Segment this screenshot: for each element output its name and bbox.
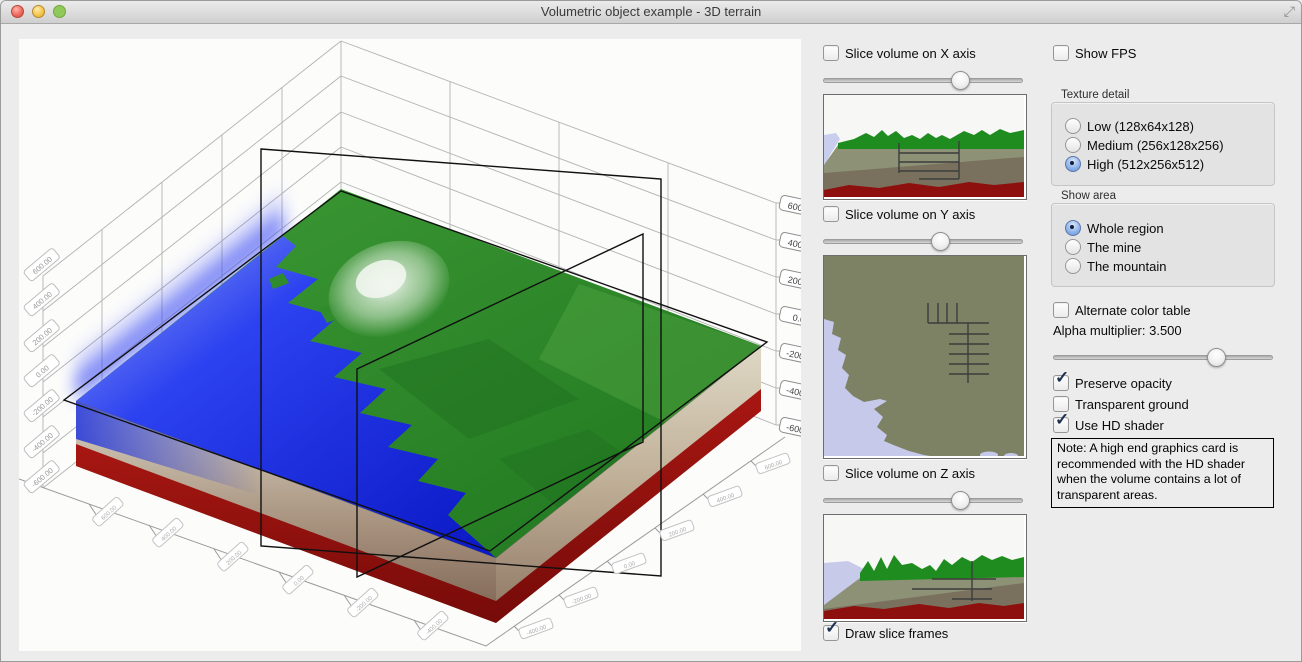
slice-y-row: Slice volume on Y axis <box>823 206 975 222</box>
use-hd-shader-checkbox[interactable] <box>1053 417 1069 433</box>
slice-y-checkbox[interactable] <box>823 206 839 222</box>
area-whole-region-row: Whole region <box>1065 220 1164 236</box>
texture-medium-label: Medium (256x128x256) <box>1087 138 1224 153</box>
show-area-group-label: Show area <box>1061 190 1116 202</box>
alternate-color-table-label: Alternate color table <box>1075 303 1191 318</box>
texture-high-label: High (512x256x512) <box>1087 157 1204 172</box>
slice-z-slider-track[interactable] <box>823 498 1023 503</box>
slice-y-slider-track[interactable] <box>823 239 1023 244</box>
slice-z-row: Slice volume on Z axis <box>823 465 975 481</box>
fullscreen-arrows-icon[interactable]: ⤢ <box>1284 3 1295 20</box>
alpha-multiplier-slider[interactable] <box>1053 348 1273 366</box>
texture-low-label: Low (128x64x128) <box>1087 119 1194 134</box>
slice-z-slider[interactable] <box>823 491 1023 509</box>
use-hd-shader-label: Use HD shader <box>1075 418 1164 433</box>
slice-y-slider-thumb[interactable] <box>931 232 950 251</box>
draw-slice-frames-label: Draw slice frames <box>845 626 948 641</box>
area-mountain-radio[interactable] <box>1065 258 1081 274</box>
alternate-color-table-checkbox[interactable] <box>1053 302 1069 318</box>
use-hd-shader-row: Use HD shader <box>1053 417 1164 433</box>
area-mountain-row: The mountain <box>1065 258 1167 274</box>
texture-high-radio[interactable] <box>1065 156 1081 172</box>
slice-x-row: Slice volume on X axis <box>823 45 976 61</box>
slice-x-label: Slice volume on X axis <box>845 46 976 61</box>
slice-x-slider-thumb[interactable] <box>951 71 970 90</box>
area-whole-region-radio[interactable] <box>1065 220 1081 236</box>
preserve-opacity-row: Preserve opacity <box>1053 375 1172 391</box>
slice-y-label: Slice volume on Y axis <box>845 207 975 222</box>
texture-low-radio[interactable] <box>1065 118 1081 134</box>
area-mine-label: The mine <box>1087 240 1141 255</box>
terrain-3d-canvas: 600.00 400.00 200.00 0.00 -200.00 -400.0… <box>19 39 801 651</box>
texture-low-row: Low (128x64x128) <box>1065 118 1194 134</box>
draw-slice-frames-row: Draw slice frames <box>823 625 948 641</box>
texture-medium-radio[interactable] <box>1065 137 1081 153</box>
transparent-ground-label: Transparent ground <box>1075 397 1189 412</box>
slice-z-slider-thumb[interactable] <box>951 491 970 510</box>
slice-x-checkbox[interactable] <box>823 45 839 61</box>
alternate-color-table-row: Alternate color table <box>1053 302 1191 318</box>
hd-shader-note: Note: A high end graphics card is recomm… <box>1051 438 1274 508</box>
terrain-3d-view[interactable]: 600.00 400.00 200.00 0.00 -200.00 -400.0… <box>19 39 801 651</box>
area-whole-region-label: Whole region <box>1087 221 1164 236</box>
show-fps-label: Show FPS <box>1075 46 1136 61</box>
preserve-opacity-checkbox[interactable] <box>1053 375 1069 391</box>
slice-y-slider[interactable] <box>823 232 1023 250</box>
slice-z-preview <box>823 514 1027 622</box>
show-fps-row: Show FPS <box>1053 45 1136 61</box>
area-mine-radio[interactable] <box>1065 239 1081 255</box>
transparent-ground-row: Transparent ground <box>1053 396 1189 412</box>
slice-x-preview <box>823 94 1027 200</box>
alpha-multiplier-label: Alpha multiplier: 3.500 <box>1053 323 1182 338</box>
texture-detail-group-label: Texture detail <box>1061 89 1129 101</box>
window-title: Volumetric object example - 3D terrain <box>1 1 1301 23</box>
slice-z-label: Slice volume on Z axis <box>845 466 975 481</box>
slice-x-slider-track[interactable] <box>823 78 1023 83</box>
draw-slice-frames-checkbox[interactable] <box>823 625 839 641</box>
show-fps-checkbox[interactable] <box>1053 45 1069 61</box>
area-mine-row: The mine <box>1065 239 1141 255</box>
texture-medium-row: Medium (256x128x256) <box>1065 137 1224 153</box>
texture-high-row: High (512x256x512) <box>1065 156 1204 172</box>
alpha-multiplier-slider-track[interactable] <box>1053 355 1273 360</box>
window-titlebar[interactable]: Volumetric object example - 3D terrain ⤢ <box>1 1 1301 24</box>
slice-x-slider[interactable] <box>823 71 1023 89</box>
slice-z-checkbox[interactable] <box>823 465 839 481</box>
preserve-opacity-label: Preserve opacity <box>1075 376 1172 391</box>
alpha-multiplier-slider-thumb[interactable] <box>1207 348 1226 367</box>
slice-y-preview <box>823 255 1027 459</box>
area-mountain-label: The mountain <box>1087 259 1167 274</box>
app-window: Volumetric object example - 3D terrain ⤢ <box>0 0 1302 662</box>
